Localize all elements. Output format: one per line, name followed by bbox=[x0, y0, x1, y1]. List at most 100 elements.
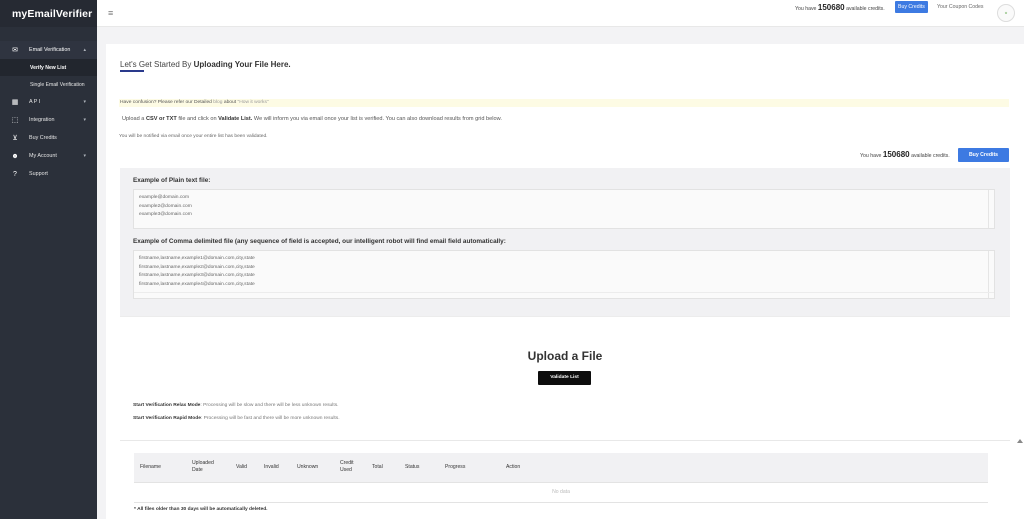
col-label: Total bbox=[372, 464, 383, 470]
blog-link[interactable]: blog bbox=[213, 100, 222, 105]
col-label: Credit bbox=[340, 460, 354, 466]
notice-text: Have confusion? Please refer our Detaile… bbox=[120, 100, 212, 105]
desc-part: We will inform you via email once your l… bbox=[253, 116, 502, 122]
col-action[interactable]: Action bbox=[506, 464, 520, 471]
title-underline bbox=[120, 70, 144, 72]
example-line: firstname,lastname,example1@domain.com,c… bbox=[139, 256, 255, 261]
sidebar-item-label: Support bbox=[29, 171, 48, 177]
rapid-mode-info: Start Verification Rapid Mode: Processin… bbox=[133, 416, 340, 421]
col-label: Filename bbox=[140, 464, 161, 470]
col-label: Valid bbox=[236, 464, 247, 470]
user-avatar[interactable]: ✿ bbox=[997, 4, 1015, 22]
sidebar-item-api[interactable]: ▦ A P I ▾ bbox=[0, 93, 97, 111]
relax-mode-info: Start Verification Relax Mode: Processin… bbox=[133, 403, 339, 408]
main-content: Let's Get Started By Uploading Your File… bbox=[106, 44, 1024, 519]
sidebar-item-my-account[interactable]: ☻ My Account ▾ bbox=[0, 147, 97, 165]
sidebar-item-label: Buy Credits bbox=[29, 135, 57, 141]
how-it-works-link[interactable]: "How it works" bbox=[237, 100, 268, 105]
col-label: Used bbox=[340, 467, 352, 473]
examples-panel: Example of Plain text file: example@doma… bbox=[120, 168, 1010, 316]
col-progress[interactable]: Progress bbox=[445, 464, 465, 471]
col-uploaded-date[interactable]: Uploaded Date bbox=[192, 460, 214, 474]
plain-example-label: Example of Plain text file: bbox=[133, 177, 211, 184]
buy-credits-button[interactable]: Buy Credits bbox=[958, 148, 1009, 162]
col-status[interactable]: Status bbox=[405, 464, 419, 471]
desc-part: Upload a bbox=[122, 116, 145, 122]
sidebar-item-label: A P I bbox=[29, 99, 41, 105]
page-scrollbar[interactable] bbox=[1016, 438, 1024, 519]
notify-text: You will be notified via email once your… bbox=[119, 134, 268, 139]
users-icon: ☻ bbox=[11, 152, 19, 160]
col-label: Unknown bbox=[297, 464, 319, 470]
example-line: firstname,lastname,example4@domain.com,c… bbox=[139, 281, 255, 287]
sidebar-item-label: Email Verification bbox=[29, 47, 71, 53]
desc-action: Validate List. bbox=[218, 116, 253, 122]
coupon-codes-link[interactable]: Your Coupon Codes bbox=[937, 4, 984, 10]
credits-prefix: You have bbox=[860, 153, 882, 159]
sidebar-item-support[interactable]: ? Support bbox=[0, 165, 97, 183]
example-line: example3@domain.com bbox=[139, 212, 192, 217]
sidebar-item-buy-credits[interactable]: ⊻ Buy Credits bbox=[0, 129, 97, 147]
credits-summary-top: You have 150680 available credits. bbox=[795, 3, 885, 12]
credits-summary-main: You have 150680 available credits. bbox=[860, 150, 950, 159]
empty-state-text: No data bbox=[552, 489, 570, 495]
hamburger-menu-icon[interactable]: ≡ bbox=[108, 8, 113, 18]
table-body: No data bbox=[134, 482, 988, 503]
example-line: firstname,lastname,example3@domain.com,c… bbox=[139, 273, 255, 278]
plain-example-textarea[interactable]: example@domain.com example2@domain.com e… bbox=[133, 189, 995, 229]
credits-value: 150680 bbox=[882, 150, 910, 159]
file-grid-section: Filename Uploaded Date Valid Invalid Unkn… bbox=[120, 440, 1010, 519]
col-valid[interactable]: Valid bbox=[236, 464, 247, 471]
col-label: Invalid bbox=[264, 464, 279, 470]
chevron-down-icon: ▾ bbox=[83, 99, 86, 105]
horizontal-scrollbar[interactable] bbox=[134, 292, 994, 298]
api-icon: ▦ bbox=[11, 99, 19, 106]
col-label: Date bbox=[192, 467, 203, 473]
top-bar: ≡ You have 150680 available credits. Buy… bbox=[97, 0, 1024, 27]
retention-footnote: * All files older than 30 days will be a… bbox=[134, 507, 268, 512]
page-title: Let's Get Started By Uploading Your File… bbox=[120, 60, 291, 69]
col-label: Uploaded bbox=[192, 460, 214, 466]
csv-example-textarea[interactable]: firstname,lastname,example1@domain.com,c… bbox=[133, 250, 995, 299]
vertical-scrollbar[interactable] bbox=[988, 190, 994, 228]
chevron-up-icon: ▴ bbox=[83, 47, 86, 53]
sidebar-item-label: My Account bbox=[29, 153, 57, 159]
example-line: example2@domain.com bbox=[139, 203, 192, 209]
col-total[interactable]: Total bbox=[372, 464, 383, 471]
col-unknown[interactable]: Unknown bbox=[297, 464, 318, 471]
col-filename[interactable]: Filename bbox=[140, 464, 161, 471]
puzzle-icon: ⬚ bbox=[11, 117, 19, 124]
validate-list-button[interactable]: Validate List bbox=[538, 371, 591, 385]
csv-example-label: Example of Comma delimited file (any seq… bbox=[133, 238, 506, 245]
sidebar-nav: ✉ Email Verification ▴ Verify New List S… bbox=[0, 27, 97, 183]
credits-suffix: available credits. bbox=[911, 153, 950, 159]
col-label: Progress bbox=[445, 464, 466, 470]
sidebar: myEmailVerifier ✉ Email Verification ▴ V… bbox=[0, 0, 97, 519]
sidebar-item-email-verification[interactable]: ✉ Email Verification ▴ bbox=[0, 41, 97, 59]
upload-card: Upload a File Validate List Start Verifi… bbox=[120, 316, 1010, 440]
sidebar-item-label: Integration bbox=[29, 117, 55, 123]
cart-icon: ⊻ bbox=[12, 135, 18, 142]
chevron-down-icon: ▾ bbox=[83, 153, 86, 159]
envelope-icon: ✉ bbox=[12, 47, 18, 54]
buy-credits-button-top[interactable]: Buy Credits bbox=[895, 1, 928, 13]
col-label: Action bbox=[506, 464, 521, 470]
brand-logo[interactable]: myEmailVerifier bbox=[0, 0, 97, 27]
credits-value: 150680 bbox=[817, 3, 845, 12]
scroll-up-arrow-icon[interactable] bbox=[1017, 439, 1023, 443]
avatar-leaf-icon: ✿ bbox=[1004, 11, 1008, 15]
title-prefix: Let's Get Started By bbox=[120, 60, 192, 69]
relax-mode-title[interactable]: Start Verification Relax Mode bbox=[133, 403, 200, 408]
sidebar-item-integration[interactable]: ⬚ Integration ▾ bbox=[0, 111, 97, 129]
sidebar-subitem-single-email-verification[interactable]: Single Email Verification bbox=[0, 76, 97, 93]
col-credit-used[interactable]: Credit Used bbox=[340, 460, 354, 474]
vertical-scrollbar[interactable] bbox=[988, 251, 994, 298]
example-line: example@domain.com bbox=[139, 195, 190, 200]
file-grid: Filename Uploaded Date Valid Invalid Unkn… bbox=[134, 453, 988, 503]
example-line: firstname,lastname,example2@domain.com,c… bbox=[139, 264, 255, 270]
col-invalid[interactable]: Invalid bbox=[264, 464, 279, 471]
sidebar-subitem-verify-new-list[interactable]: Verify New List bbox=[0, 59, 97, 76]
upload-description: Upload a CSV or TXT file and click on Va… bbox=[122, 116, 502, 122]
rapid-mode-title[interactable]: Start Verification Rapid Mode bbox=[133, 416, 201, 421]
credits-prefix: You have bbox=[795, 6, 817, 12]
